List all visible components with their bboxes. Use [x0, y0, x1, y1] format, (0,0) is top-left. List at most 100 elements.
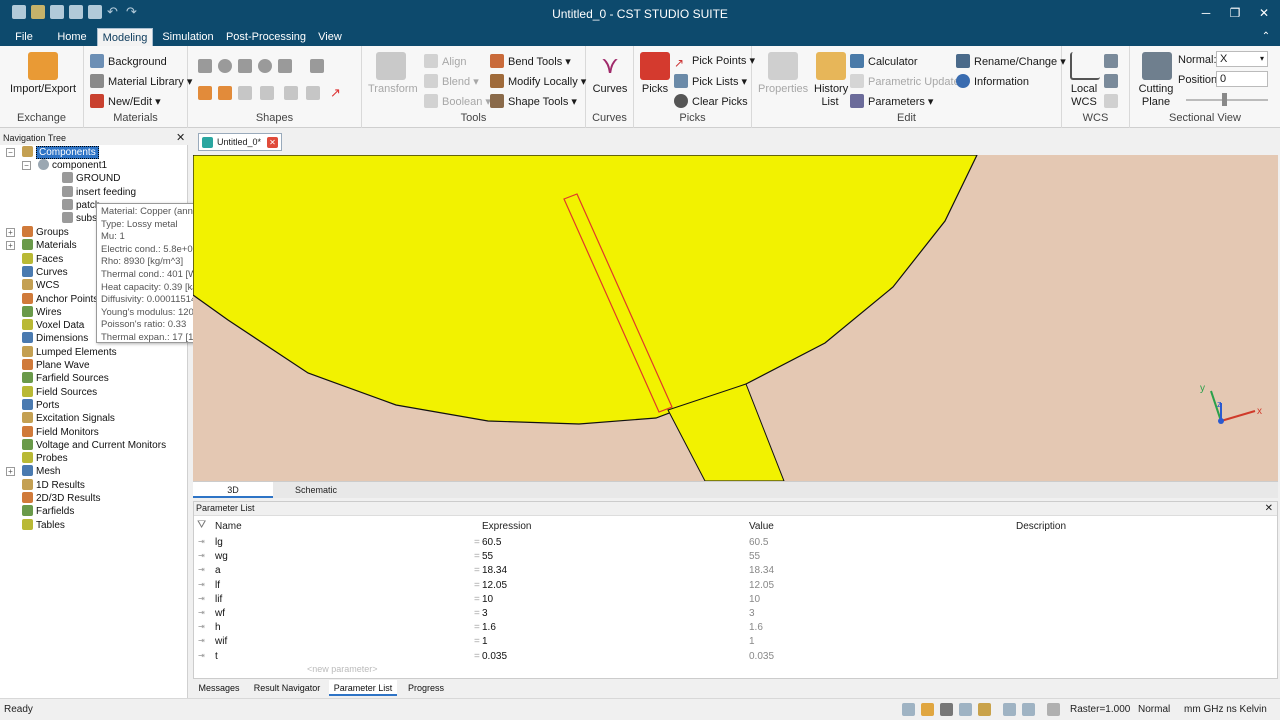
blend-button[interactable]: Blend ▾: [424, 74, 479, 88]
table-row[interactable]: ⇥ wg = 55 55: [194, 550, 1277, 564]
close-window-icon[interactable]: ✕: [1254, 4, 1274, 22]
properties-button[interactable]: Properties: [758, 83, 808, 95]
view-options-icon[interactable]: [1022, 703, 1035, 716]
brick-icon[interactable]: [198, 59, 212, 73]
wire-icon[interactable]: [284, 86, 298, 100]
wcs-transform-icon[interactable]: [1104, 74, 1118, 88]
table-row[interactable]: ⇥ a = 18.34 18.34: [194, 564, 1277, 578]
tree-item[interactable]: Excitation Signals: [22, 412, 115, 424]
tab-simulation[interactable]: Simulation: [158, 28, 218, 46]
parametric-update-button[interactable]: Parametric Update: [850, 74, 960, 88]
minimize-icon[interactable]: ─: [1196, 4, 1216, 22]
sphere-icon[interactable]: [218, 59, 232, 73]
tree-item-components[interactable]: Components: [22, 146, 99, 159]
tree-item[interactable]: Materials: [22, 239, 77, 251]
tree-item[interactable]: Anchor Points: [22, 292, 98, 305]
tab-post-processing[interactable]: Post-Processing: [224, 28, 308, 46]
snap-icon[interactable]: [978, 703, 991, 716]
pick-lists-button[interactable]: Pick Lists ▾: [674, 74, 747, 88]
transform-button[interactable]: Transform: [368, 83, 418, 95]
tree-item[interactable]: 1D Results: [22, 478, 85, 491]
local-wcs-button[interactable]: Local WCS: [1064, 83, 1104, 109]
position-slider[interactable]: [1186, 99, 1268, 101]
collapse-ribbon-icon[interactable]: ⌃: [1256, 28, 1276, 46]
tab-file[interactable]: File: [8, 28, 40, 46]
column-header-expression[interactable]: Expression: [482, 521, 531, 532]
tree-item[interactable]: Ports: [22, 398, 59, 411]
sweep-icon[interactable]: [238, 86, 252, 100]
table-row[interactable]: ⇥ h = 1.6 1.6: [194, 621, 1277, 635]
normal-select[interactable]: X ▾: [1216, 51, 1268, 67]
table-row[interactable]: ⇥ lf = 12.05 12.05: [194, 579, 1277, 593]
tree-item[interactable]: Dimensions: [22, 332, 88, 344]
rename-change-button[interactable]: Rename/Change ▾: [956, 54, 1066, 68]
extrude-icon[interactable]: [310, 59, 324, 73]
trace-icon[interactable]: [260, 86, 274, 100]
bend-tools-button[interactable]: Bend Tools ▾: [490, 54, 571, 68]
zoom-fit-icon[interactable]: [959, 703, 972, 716]
filter-icon[interactable]: ⛛: [197, 519, 206, 532]
tree-item-insert-feeding[interactable]: insert feeding: [62, 186, 136, 198]
table-row[interactable]: ⇥ t = 0.035 0.035: [194, 650, 1277, 664]
tree-item[interactable]: Field Monitors: [22, 425, 99, 438]
collapse-icon[interactable]: −: [22, 161, 31, 170]
table-row[interactable]: ⇥ wf = 3 3: [194, 607, 1277, 621]
parameters-button[interactable]: Parameters ▾: [850, 94, 933, 108]
tab-3d[interactable]: 3D: [193, 482, 273, 498]
tree-item[interactable]: 2D/3D Results: [22, 492, 100, 504]
wcs-align-icon[interactable]: [1104, 54, 1118, 68]
tree-item-substrate[interactable]: subs: [62, 212, 97, 224]
collapse-icon[interactable]: −: [6, 148, 15, 157]
tab-progress[interactable]: Progress: [401, 680, 451, 696]
table-row[interactable]: ⇥ lg = 60.5 60.5: [194, 536, 1277, 550]
3d-viewport[interactable]: x y z: [193, 155, 1278, 481]
close-tab-icon[interactable]: ✕: [267, 137, 278, 148]
tree-item-patch[interactable]: patch: [62, 199, 100, 211]
close-icon[interactable]: ✕: [176, 131, 185, 144]
import-export-button[interactable]: Import/Export: [10, 83, 76, 95]
wcs-disabled-icon[interactable]: [1104, 94, 1118, 108]
shape-curve-icon[interactable]: ↗: [330, 86, 344, 100]
tab-view[interactable]: View: [314, 28, 346, 46]
picks-button[interactable]: Picks: [638, 83, 672, 95]
expand-icon[interactable]: +: [6, 228, 15, 237]
rotate-view-icon[interactable]: [940, 703, 953, 716]
tree-item[interactable]: Wires: [22, 305, 62, 318]
calculator-button[interactable]: Calculator: [850, 54, 918, 68]
tree-item[interactable]: Farfields: [22, 505, 74, 517]
expand-icon[interactable]: +: [6, 241, 15, 251]
tab-home[interactable]: Home: [52, 28, 92, 46]
table-row[interactable]: ⇥ lif = 10 10: [194, 593, 1277, 607]
tree-item-ground[interactable]: GROUND: [62, 172, 120, 184]
restore-icon[interactable]: ❐: [1225, 4, 1245, 22]
tree-item[interactable]: Plane Wave: [22, 359, 90, 371]
loft-icon[interactable]: [218, 86, 232, 100]
mode-indicator[interactable]: Normal: [1138, 704, 1170, 715]
tree-item[interactable]: Tables: [22, 518, 65, 531]
tree-item[interactable]: Faces: [22, 252, 63, 265]
modify-locally-button[interactable]: Modify Locally ▾: [490, 74, 586, 88]
information-button[interactable]: Information: [956, 74, 1029, 88]
units-indicator[interactable]: mm GHz ns Kelvin: [1184, 704, 1267, 715]
boolean-button[interactable]: Boolean ▾: [424, 94, 491, 108]
tree-item-component1[interactable]: component1: [38, 159, 107, 171]
position-input[interactable]: 0: [1216, 71, 1268, 87]
cutting-plane-button[interactable]: Cutting Plane: [1132, 83, 1180, 109]
slider-thumb[interactable]: [1222, 93, 1227, 106]
cone-icon[interactable]: [278, 59, 292, 73]
pan-icon[interactable]: [921, 703, 934, 716]
rotate-icon[interactable]: [198, 86, 212, 100]
tab-result-navigator[interactable]: Result Navigator: [249, 680, 325, 696]
pick-points-button[interactable]: ↗ Pick Points ▾: [674, 54, 755, 70]
torus-icon[interactable]: [258, 59, 272, 73]
tree-item[interactable]: Field Sources: [22, 385, 97, 398]
column-header-description[interactable]: Description: [1016, 521, 1066, 532]
tab-schematic[interactable]: Schematic: [275, 482, 357, 498]
reset-view-icon[interactable]: [1003, 703, 1016, 716]
tree-item[interactable]: Voxel Data: [22, 319, 84, 331]
align-button[interactable]: Align: [424, 54, 466, 68]
shape-tools-button[interactable]: Shape Tools ▾: [490, 94, 577, 108]
new-edit-material-button[interactable]: New/Edit ▾: [90, 94, 161, 108]
raster-indicator[interactable]: Raster=1.000: [1070, 704, 1130, 715]
tab-modeling[interactable]: Modeling: [97, 28, 153, 46]
